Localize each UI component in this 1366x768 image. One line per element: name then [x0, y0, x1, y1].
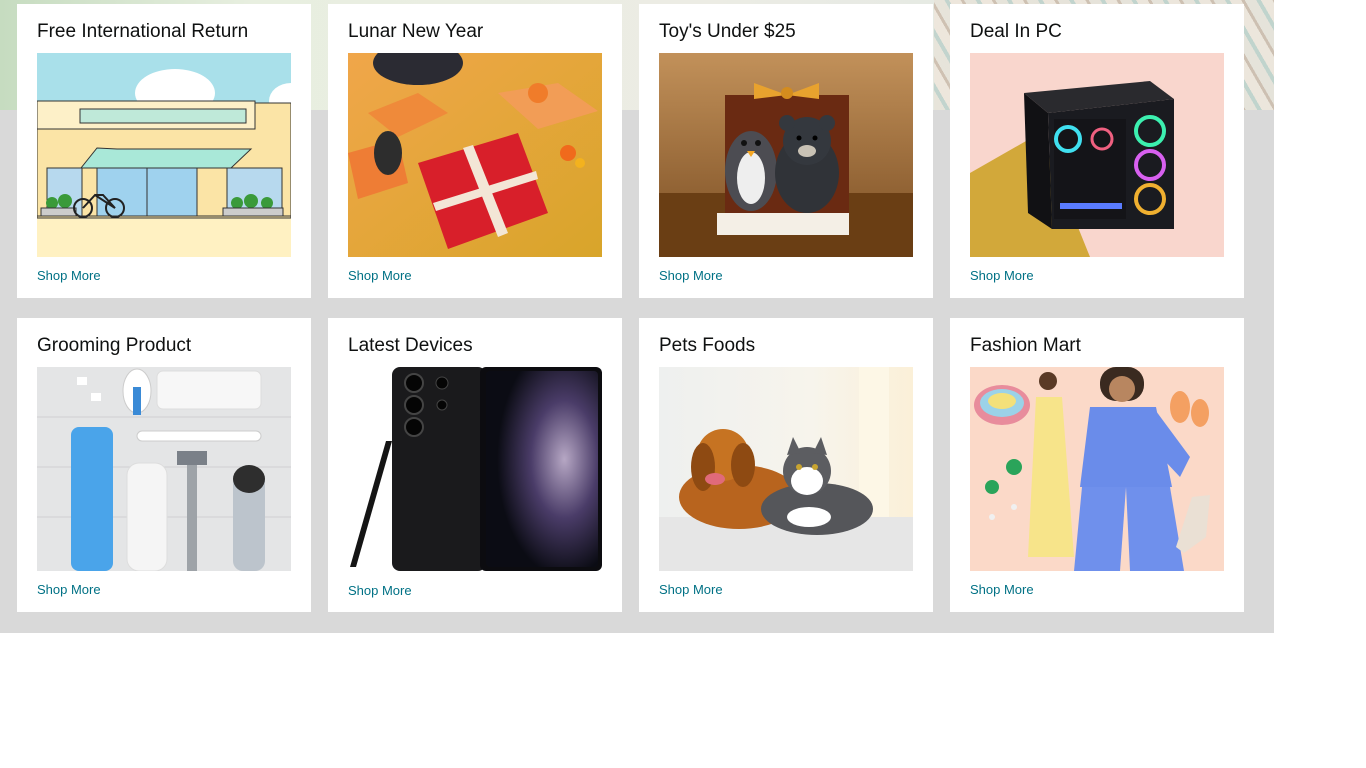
- card-title: Lunar New Year: [348, 21, 484, 42]
- card-pets-foods: Pets Foods Shop More: [639, 318, 933, 612]
- card-free-international-return: Free International Return Shop More: [17, 4, 311, 298]
- card-image-dog-and-cat[interactable]: [659, 367, 913, 571]
- shop-more-link[interactable]: Shop More: [659, 268, 723, 283]
- shop-more-link[interactable]: Shop More: [659, 582, 723, 597]
- card-deal-in-pc: Deal In PC Shop More: [950, 4, 1244, 298]
- card-image-gift-boxes[interactable]: [348, 53, 602, 257]
- card-title: Free International Return: [37, 21, 249, 42]
- card-image-fashion-models[interactable]: [970, 367, 1224, 571]
- card-title: Latest Devices: [348, 335, 473, 356]
- card-image-plush-toys[interactable]: [659, 53, 913, 257]
- card-latest-devices: Latest Devices Shop More: [328, 318, 622, 612]
- card-grooming-product: Grooming Product Shop More: [17, 318, 311, 612]
- card-image-grooming[interactable]: [37, 367, 291, 571]
- card-toys-under-25: Toy's Under $25 Shop More: [639, 4, 933, 298]
- card-title: Deal In PC: [970, 21, 1062, 42]
- card-title: Grooming Product: [37, 335, 192, 356]
- card-title: Fashion Mart: [970, 335, 1081, 356]
- shop-more-link[interactable]: Shop More: [348, 268, 412, 283]
- card-grid-panel: Free International Return Shop More Luna…: [0, 0, 1274, 633]
- shop-more-link[interactable]: Shop More: [348, 583, 412, 598]
- shop-more-link[interactable]: Shop More: [970, 268, 1034, 283]
- shop-more-link[interactable]: Shop More: [37, 268, 101, 283]
- card-image-storefront[interactable]: [37, 53, 291, 257]
- card-lunar-new-year: Lunar New Year Shop More: [328, 4, 622, 298]
- card-title: Pets Foods: [659, 335, 756, 356]
- card-image-smartphone[interactable]: [348, 367, 602, 571]
- card-title: Toy's Under $25: [659, 21, 796, 42]
- card-fashion-mart: Fashion Mart Shop More: [950, 318, 1244, 612]
- shop-more-link[interactable]: Shop More: [37, 582, 101, 597]
- card-image-gaming-pc[interactable]: [970, 53, 1224, 257]
- shop-more-link[interactable]: Shop More: [970, 582, 1034, 597]
